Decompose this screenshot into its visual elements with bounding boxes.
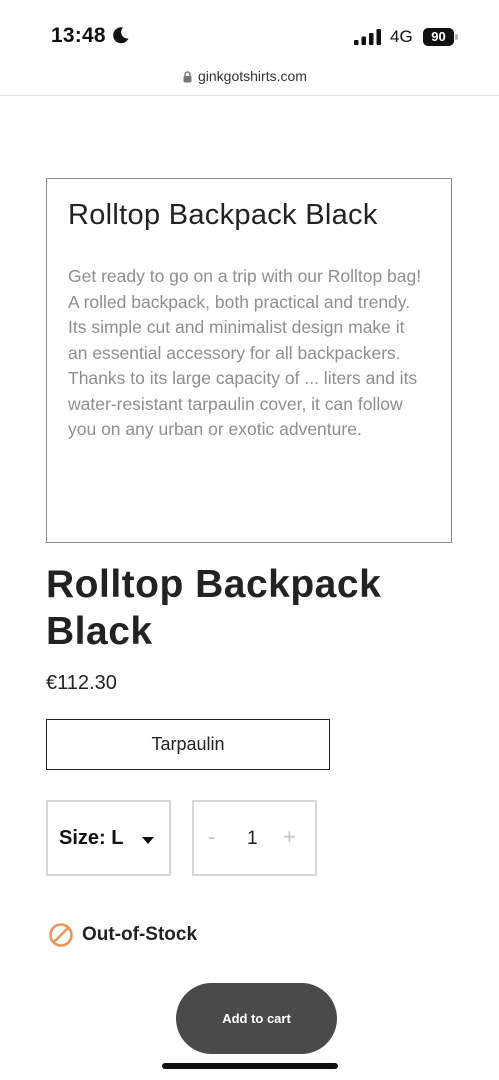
quantity-value[interactable]: 1	[247, 828, 258, 850]
quantity-decrease-button[interactable]: -	[208, 824, 215, 850]
product-title: Rolltop Backpack Black	[46, 563, 382, 653]
quantity-stepper: - 1 +	[192, 800, 317, 876]
description-title: Rolltop Backpack Black	[68, 199, 378, 231]
quantity-increase-button[interactable]: +	[283, 824, 296, 850]
address-bar[interactable]: ginkgotshirts.com	[0, 66, 499, 96]
description-text: Get ready to go on a trip with our Rollt…	[68, 266, 422, 439]
status-bar: 13:48 4G 90	[0, 0, 499, 66]
description-card: Rolltop Backpack Black Get ready to go o…	[46, 178, 452, 543]
url-text: ginkgotshirts.com	[198, 68, 307, 84]
add-to-cart-button[interactable]: Add to cart	[176, 983, 337, 1054]
lock-icon	[183, 71, 192, 83]
size-label: Size: L	[59, 827, 124, 849]
caret-down-icon	[142, 837, 154, 844]
battery-tip	[455, 34, 458, 40]
moon-icon	[113, 27, 129, 44]
battery-level: 90	[423, 28, 454, 46]
size-select[interactable]: Size: L	[46, 800, 171, 876]
out-of-stock-icon	[49, 923, 73, 947]
status-time: 13:48	[51, 24, 106, 47]
signal-icon	[354, 29, 381, 45]
product-price: €112.30	[46, 672, 117, 694]
home-indicator[interactable]	[162, 1063, 338, 1069]
variant-option-button[interactable]: Tarpaulin	[46, 719, 330, 770]
battery-icon: 90	[423, 28, 458, 46]
stock-status: Out-of-Stock	[82, 924, 198, 945]
network-type: 4G	[390, 27, 413, 46]
